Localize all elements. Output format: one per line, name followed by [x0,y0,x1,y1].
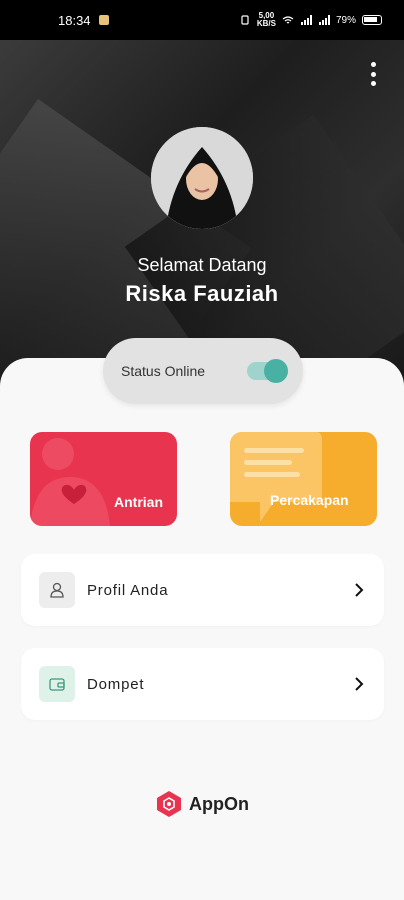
user-icon [39,572,75,608]
battery-icon [362,15,382,25]
status-online-pill: Status Online [103,338,303,404]
signal-icon-2 [318,15,330,25]
wallet-icon [39,666,75,702]
menu-item-label: Profil Anda [87,581,169,599]
net-speed: 5,00 KB/S [256,11,276,28]
percakapan-card[interactable]: Percakapan [230,432,377,526]
avatar [151,127,253,229]
antrian-label: Antrian [114,494,163,510]
status-online-label: Status Online [121,363,206,379]
brand-logo: AppOn [0,790,404,818]
brand-name: AppOn [189,793,249,814]
chevron-right-icon [355,583,364,597]
status-time: 18:34 [58,12,91,28]
menu-item-profil[interactable]: Profil Anda [21,554,384,626]
percakapan-label: Percakapan [270,492,349,508]
notification-icon [98,15,109,25]
antrian-card[interactable]: Antrian [30,432,177,526]
signal-icon [300,15,312,25]
toggle-knob [264,359,288,383]
user-name: Riska Fauziah [125,281,279,306]
menu-item-dompet[interactable]: Dompet [21,648,384,720]
appon-logo-icon [157,791,181,817]
more-vertical-icon[interactable] [368,62,378,86]
vibrate-icon [241,15,249,25]
wifi-icon [282,16,294,24]
battery-percent: 79% [335,14,356,26]
greeting-text: Selamat Datang [137,255,267,275]
chat-bubble-icon [230,432,322,522]
status-bar: 18:34 5,00 KB/S 79% [0,0,404,40]
status-icons: 5,00 KB/S 79% [239,12,382,28]
menu-item-label: Dompet [87,675,145,693]
profile-photo [151,127,253,229]
chevron-right-icon [355,677,364,691]
status-online-toggle[interactable] [247,359,288,383]
person-heart-icon [30,438,110,526]
